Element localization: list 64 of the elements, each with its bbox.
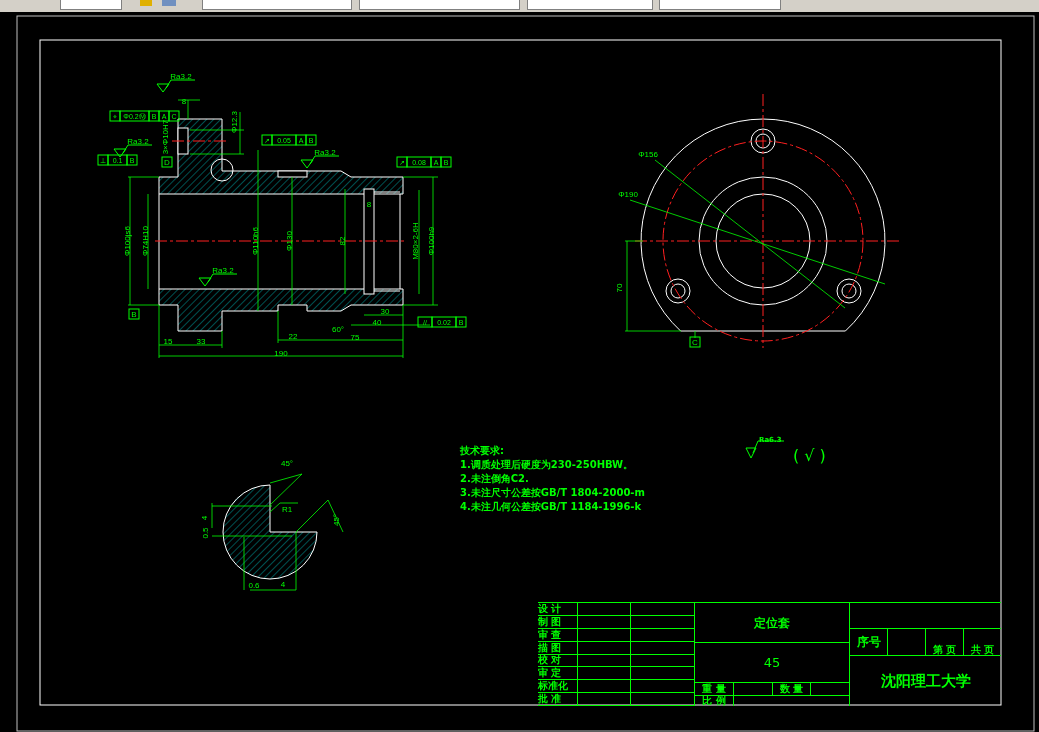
dimension-label: 15 [163,337,173,346]
serial-label: 序号 [856,636,881,648]
requirement-note: 4.未注几何公差按GB/T 1184-1996-k [460,501,643,513]
dimension-label: 82 [338,236,347,246]
school-name: 沈阳理工大学 [880,673,971,689]
dimension-label: 0.6 [248,581,260,590]
dimension-label: 3×Φ10H7 [161,119,170,155]
dimension-label: 30 [380,307,390,316]
dimension-label: 40 [372,318,382,327]
combo-box[interactable] [527,0,653,10]
dimension-label: 190 [274,349,288,358]
scale-label: 比 例 [702,696,726,706]
dimension-label: 75 [350,333,360,342]
signature-label: 审 查 [538,629,562,640]
roughness-mark: ( √ ) [793,450,826,462]
dimension-label: 33 [196,337,206,346]
dimension-label: Φ100js6 [123,226,132,256]
requirement-note: 2.未注倒角C2. [460,473,530,485]
sheet-label: 第 页 [932,645,957,655]
dimension-label: Φ130 [285,231,294,251]
combo-box[interactable] [359,0,520,10]
dimension-label: 4 [280,580,286,589]
signature-label: 制 图 [538,616,562,627]
signature-label: 设 计 [538,603,562,614]
roughness-label: Ra3.2 [127,137,149,146]
dimension-label: Φ100h9 [427,226,436,256]
signature-label: 标准化 [538,681,568,692]
weight-label: 重 量 [702,684,726,694]
dimension-label: Φ156 [638,150,658,159]
requirement-note: 3.未注尺寸公差按GB/T 1804-2000-m [460,487,645,499]
dimension-label: R1 [281,505,293,514]
dimension-label: 45° [280,459,294,468]
combo-box[interactable] [202,0,352,10]
combo-box[interactable] [60,0,122,10]
signature-label: 批 准 [538,694,562,705]
quantity-label: 数 量 [779,684,804,694]
dimension-label: 70 [615,283,624,293]
dimension-label: Φ110h6 [251,227,260,255]
signature-label: 审 定 [538,668,562,679]
dimension-label: Φ74H10 [141,226,150,256]
dimension-label: Φ12.3 [230,111,239,133]
part-name: 定位套 [754,616,790,629]
signature-label: 校 对 [538,655,562,666]
roughness-label: Ra3.2 [170,72,192,81]
roughness-label: Ra3.2 [314,148,336,157]
dimension-label: Φ190 [618,190,638,199]
datum-label: C [692,338,698,347]
requirement-note: 1.调质处理后硬度为230-250HBW。 [460,459,635,471]
combo-box[interactable] [659,0,781,10]
signature-label: 描 图 [538,642,562,653]
dimension-label: M80×2-6H [411,222,420,260]
notes-title: 技术要求: [460,445,505,457]
dimension-label: 8 [366,200,372,209]
dimension-label: 22 [288,332,298,341]
dimension-label: 8 [181,97,187,106]
dimension-label: 0.5 [201,527,210,539]
material-label: 45 [763,656,781,669]
dimension-label: 4 [200,515,209,521]
total-sheets-label: 共 页 [970,645,995,655]
datum-label: B [131,310,137,319]
roughness-label: Ra3.2 [212,266,234,275]
dimension-label: 45° [332,513,341,527]
dimension-label: 60° [331,325,345,334]
datum-label: D [164,158,170,167]
